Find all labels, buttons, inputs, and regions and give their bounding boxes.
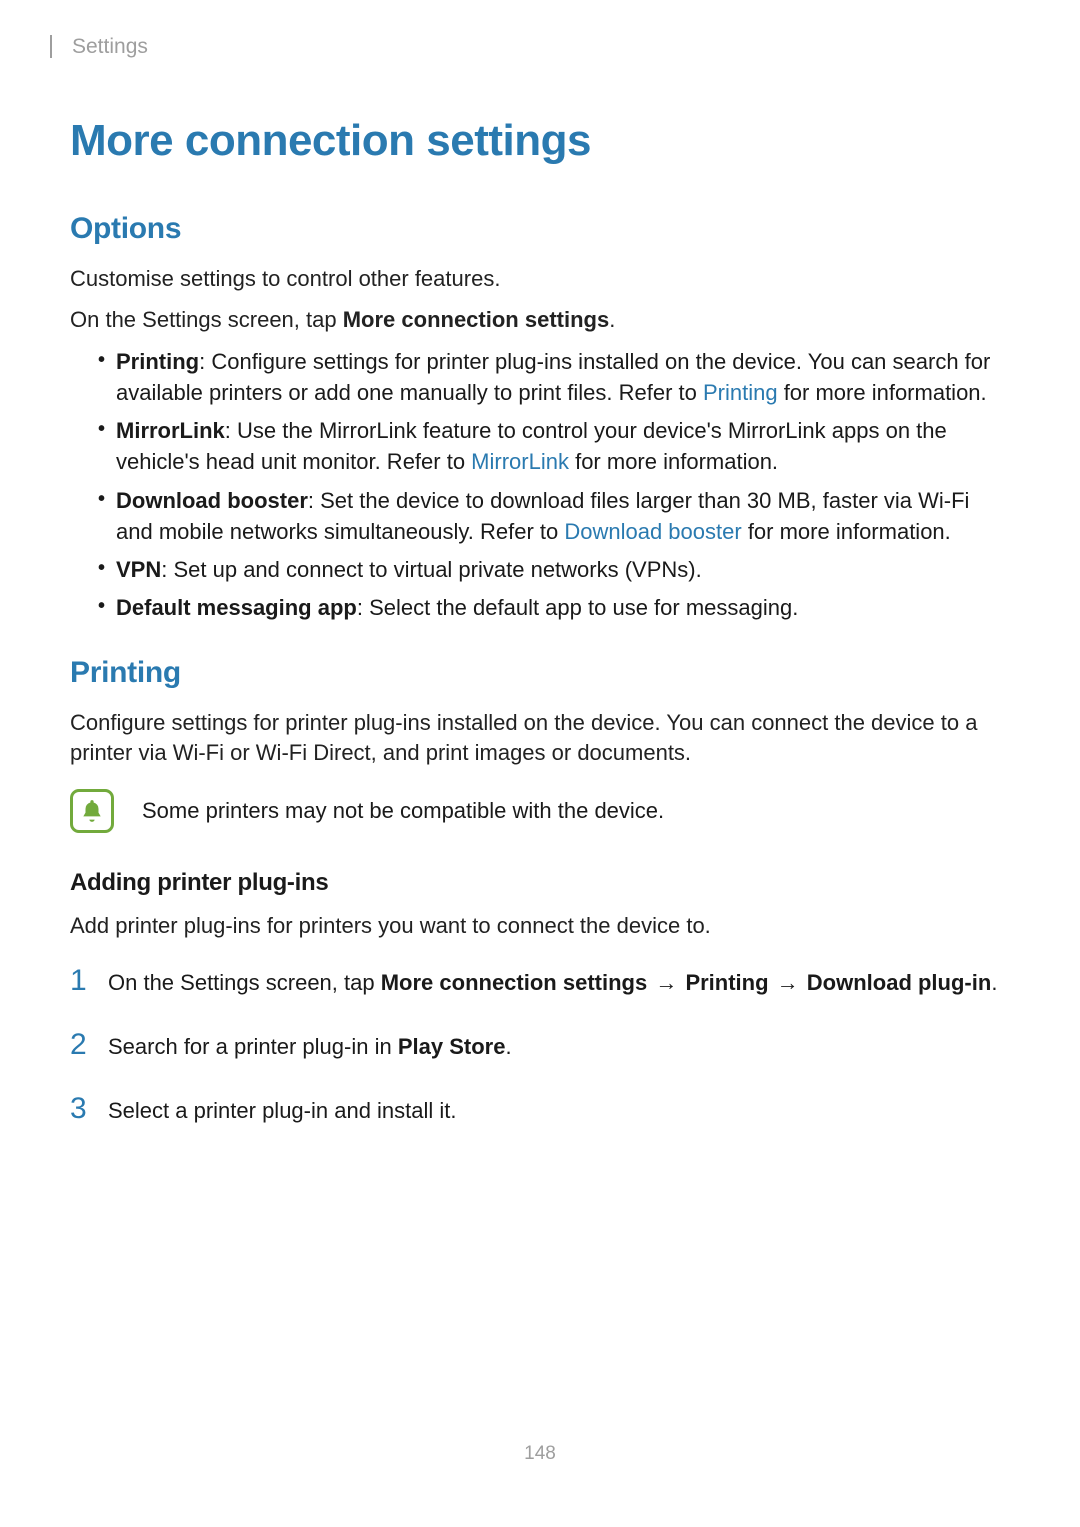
list-item: Printing: Configure settings for printer… [98, 346, 1010, 408]
feature-label-vpn: VPN [116, 557, 161, 582]
arrow-icon: → [647, 970, 685, 995]
step-text: Select a printer plug-in and install it. [108, 1096, 457, 1127]
adding-plugins-intro: Add printer plug-ins for printers you wa… [70, 911, 1010, 942]
document-page: Settings More connection settings Option… [0, 0, 1080, 1527]
list-item: VPN: Set up and connect to virtual priva… [98, 554, 1010, 585]
feature-list: Printing: Configure settings for printer… [70, 346, 1010, 624]
text: for more information. [778, 380, 987, 405]
step-text: Search for a printer plug-in in Play Sto… [108, 1032, 512, 1063]
text: On the Settings screen, tap [108, 970, 381, 995]
printing-heading: Printing [70, 656, 1010, 690]
step-1: 1 On the Settings screen, tap More conne… [70, 960, 1010, 1002]
step-3: 3 Select a printer plug-in and install i… [70, 1088, 1010, 1130]
breadcrumb: Settings [50, 35, 1010, 58]
tap-target: More connection settings [381, 970, 647, 995]
printing-intro: Configure settings for printer plug-ins … [70, 708, 1010, 770]
tap-target: Download plug-in [807, 970, 992, 995]
note-callout: Some printers may not be compatible with… [70, 789, 1010, 833]
text: . [609, 307, 615, 332]
text: Search for a printer plug-in in [108, 1034, 398, 1059]
step-number: 2 [70, 1024, 92, 1066]
tap-target: Play Store [398, 1034, 506, 1059]
text: On the Settings screen, tap [70, 307, 343, 332]
step-2: 2 Search for a printer plug-in in Play S… [70, 1024, 1010, 1066]
feature-label-mirrorlink: MirrorLink [116, 418, 225, 443]
step-number: 3 [70, 1088, 92, 1130]
list-item: MirrorLink: Use the MirrorLink feature t… [98, 415, 1010, 477]
note-bell-icon [70, 789, 114, 833]
link-download-booster[interactable]: Download booster [564, 519, 741, 544]
feature-label-printing: Printing [116, 349, 199, 374]
text: : Select the default app to use for mess… [357, 595, 799, 620]
adding-plugins-heading: Adding printer plug-ins [70, 869, 1010, 897]
text: for more information. [569, 449, 778, 474]
link-printing[interactable]: Printing [703, 380, 778, 405]
printing-section: Printing Configure settings for printer … [70, 656, 1010, 1130]
feature-label-download-booster: Download booster [116, 488, 308, 513]
page-number: 148 [0, 1443, 1080, 1465]
text: . [991, 970, 997, 995]
options-intro: Customise settings to control other feat… [70, 264, 1010, 295]
link-mirrorlink[interactable]: MirrorLink [471, 449, 569, 474]
tap-target: More connection settings [343, 307, 609, 332]
page-title: More connection settings [70, 116, 1010, 166]
tap-target: Printing [685, 970, 768, 995]
step-number: 1 [70, 960, 92, 1002]
options-heading: Options [70, 212, 1010, 246]
note-text: Some printers may not be compatible with… [142, 796, 664, 827]
text: . [505, 1034, 511, 1059]
feature-label-default-messaging: Default messaging app [116, 595, 357, 620]
text: : Set up and connect to virtual private … [161, 557, 701, 582]
text: for more information. [742, 519, 951, 544]
steps-list: 1 On the Settings screen, tap More conne… [70, 960, 1010, 1130]
step-text: On the Settings screen, tap More connect… [108, 968, 997, 999]
options-instruction: On the Settings screen, tap More connect… [70, 305, 1010, 336]
list-item: Download booster: Set the device to down… [98, 485, 1010, 547]
arrow-icon: → [769, 970, 807, 995]
list-item: Default messaging app: Select the defaul… [98, 592, 1010, 623]
